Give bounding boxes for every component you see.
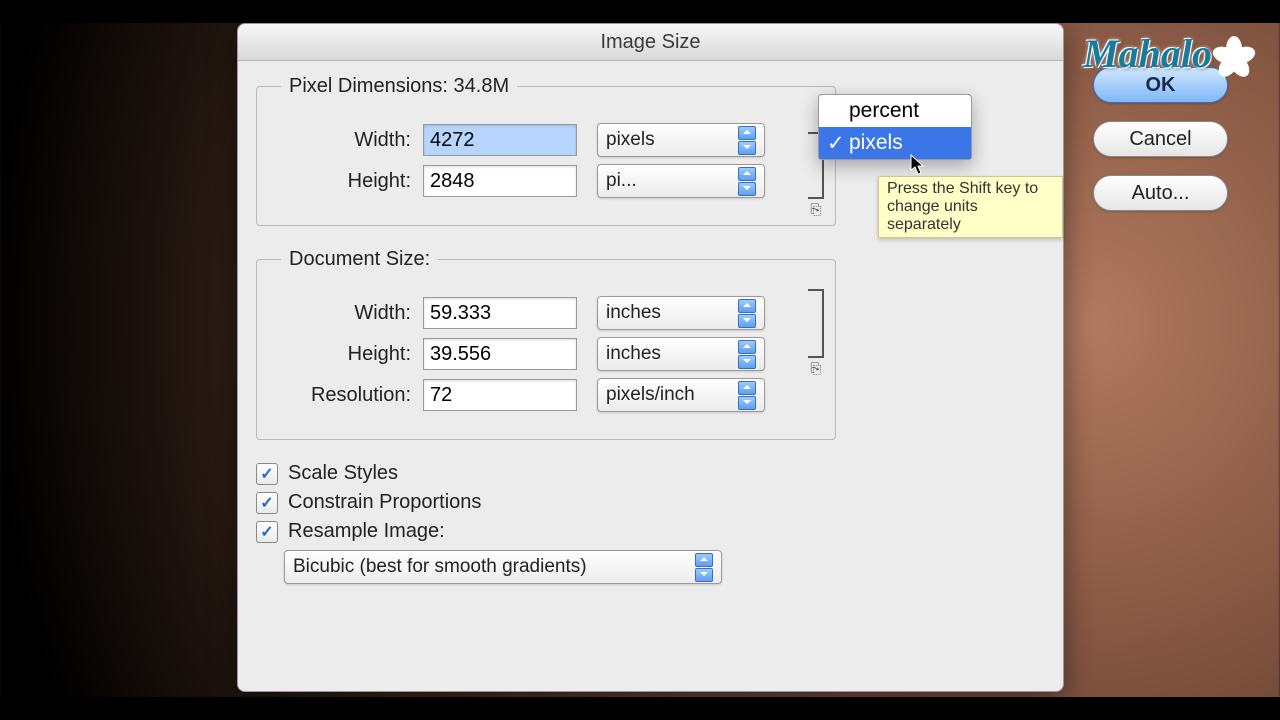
document-size-group: Document Size: ⎘ Width: inches Height: (256, 248, 836, 440)
doc-height-unit-select[interactable]: inches (597, 337, 765, 371)
resample-method-select[interactable]: Bicubic (best for smooth gradients) (284, 550, 722, 584)
unit-option-percent[interactable]: percent (819, 95, 971, 127)
document-size-legend: Document Size: (281, 248, 438, 271)
resolution-label: Resolution: (281, 384, 423, 407)
pixel-dimensions-group: Pixel Dimensions: 34.8M ⎘ Width: pixels … (256, 75, 836, 226)
unit-option-pixels[interactable]: pixels (819, 127, 971, 159)
resample-image-checkbox[interactable]: ✓Resample Image: (256, 520, 1045, 543)
pixel-height-input[interactable] (423, 165, 577, 197)
resolution-unit-select[interactable]: pixels/inch (597, 378, 765, 412)
pixel-width-label: Width: (281, 129, 423, 152)
resolution-input[interactable] (423, 379, 577, 411)
cursor-icon (910, 154, 926, 176)
units-tooltip: Press the Shift key to change units sepa… (878, 176, 1063, 238)
dialog-title: Image Size (238, 24, 1063, 61)
image-size-dialog: Image Size OK Cancel Auto... Pixel Dimen… (237, 23, 1064, 692)
pixel-dimensions-legend: Pixel Dimensions: 34.8M (281, 75, 517, 98)
pixel-height-unit-select[interactable]: pi... (597, 164, 765, 198)
pixel-height-label: Height: (281, 170, 423, 193)
pixel-width-input[interactable] (423, 124, 577, 156)
constrain-link-icon: ⎘ (795, 289, 837, 379)
pixel-width-unit-select[interactable]: pixels (597, 123, 765, 157)
doc-height-input[interactable] (423, 338, 577, 370)
doc-width-unit-select[interactable]: inches (597, 296, 765, 330)
unit-dropdown-menu[interactable]: percent pixels (818, 94, 972, 160)
mahalo-watermark: Mahalo (1083, 30, 1252, 77)
auto-button[interactable]: Auto... (1093, 175, 1228, 211)
flower-icon (1216, 36, 1252, 72)
scale-styles-checkbox[interactable]: ✓Scale Styles (256, 462, 1045, 485)
doc-width-input[interactable] (423, 297, 577, 329)
doc-width-label: Width: (281, 302, 423, 325)
cancel-button[interactable]: Cancel (1093, 121, 1228, 157)
doc-height-label: Height: (281, 343, 423, 366)
constrain-proportions-checkbox[interactable]: ✓Constrain Proportions (256, 491, 1045, 514)
